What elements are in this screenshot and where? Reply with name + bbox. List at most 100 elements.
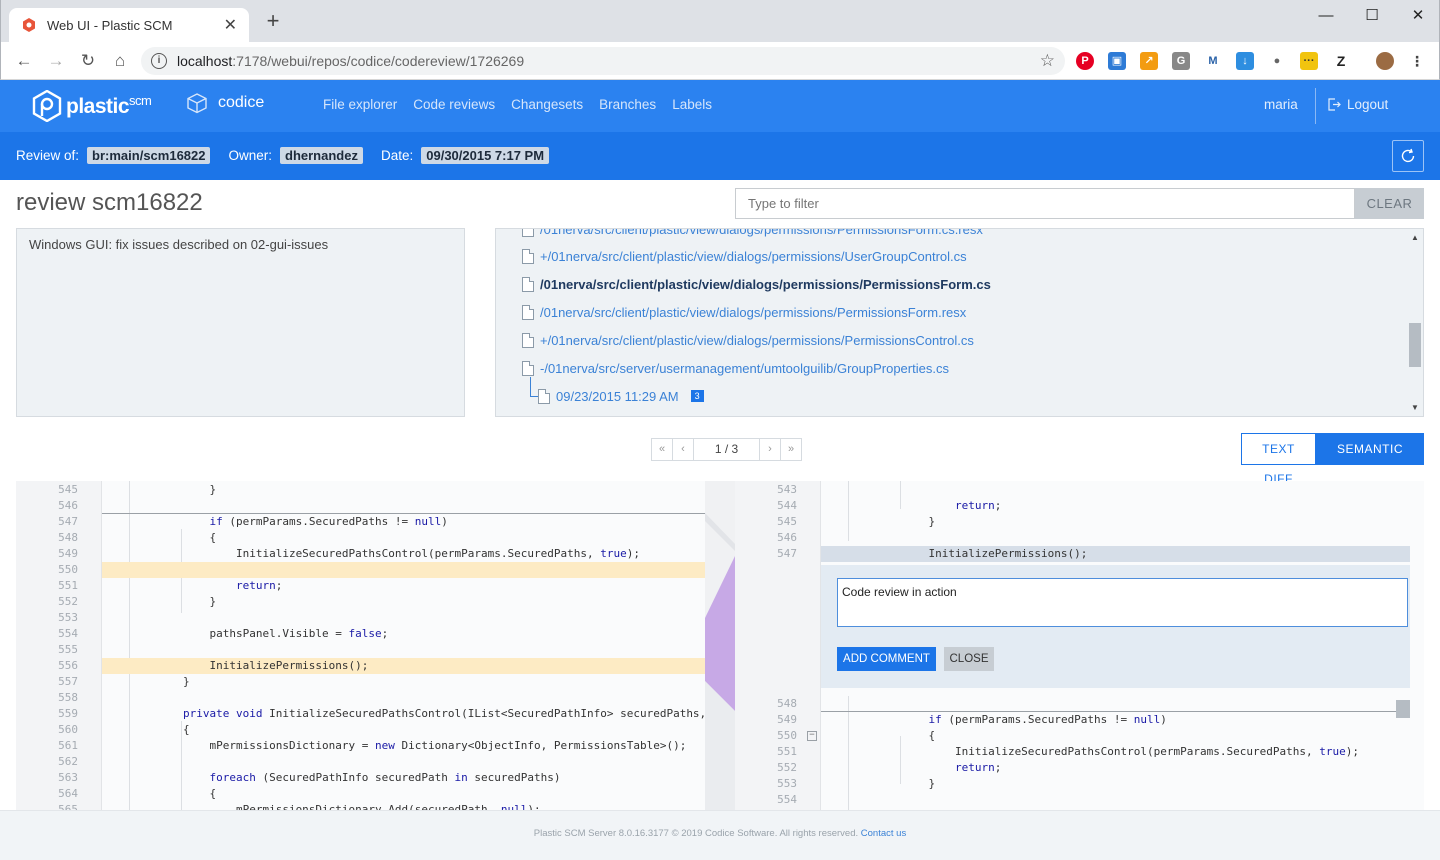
code-line[interactable]: 564 {	[16, 786, 705, 802]
file-row-selected[interactable]: /01nerva/src/client/plastic/view/dialogs…	[522, 274, 991, 294]
nav-file-explorer[interactable]: File explorer	[323, 97, 397, 112]
file-row[interactable]: /01nerva/src/client/plastic/view/dialogs…	[522, 302, 966, 322]
site-info-icon[interactable]: i	[151, 53, 167, 69]
code-line[interactable]: 556 InitializePermissions();	[16, 658, 705, 674]
comment-editor: Code review in action ADD COMMENT CLOSE	[821, 565, 1410, 688]
browser-tab[interactable]: Web UI - Plastic SCM ✕	[9, 8, 249, 42]
code-line[interactable]: 544 return;	[735, 498, 1424, 514]
logout-button[interactable]: Logout	[1328, 97, 1388, 112]
line-number: 548	[58, 531, 78, 544]
code-line[interactable]: 552 }	[16, 594, 705, 610]
first-page-button[interactable]: «	[651, 438, 673, 461]
code-line[interactable]: 545 }	[735, 514, 1424, 530]
m-extension-icon[interactable]: M	[1204, 52, 1222, 70]
scroll-down-icon[interactable]: ▼	[1411, 403, 1419, 412]
last-page-button[interactable]: »	[780, 438, 802, 461]
back-icon[interactable]: ←	[11, 48, 37, 74]
code-line[interactable]: 554 pathsPanel.Visible = false;	[16, 626, 705, 642]
g-extension-icon[interactable]: G	[1172, 52, 1190, 70]
close-window-icon[interactable]: ✕	[1395, 4, 1440, 28]
code-line[interactable]: 552 return;	[735, 760, 1424, 776]
ghost-extension-icon[interactable]: ●	[1268, 52, 1286, 70]
file-row[interactable]: -/01nerva/src/server/usermanagement/umto…	[522, 358, 949, 378]
clear-button[interactable]: CLEAR	[1355, 188, 1424, 219]
prev-page-button[interactable]: ‹	[672, 438, 694, 461]
refresh-button[interactable]	[1392, 140, 1424, 172]
code-line[interactable]: 562	[16, 754, 705, 770]
next-page-button[interactable]: ›	[759, 438, 781, 461]
browser-menu-icon[interactable]: ⋮	[1408, 52, 1426, 70]
reload-icon[interactable]: ↻	[75, 48, 101, 74]
forward-icon[interactable]: →	[43, 48, 69, 74]
code-line[interactable]: 553	[16, 610, 705, 626]
review-branch-chip[interactable]: br:main/scm16822	[87, 147, 211, 164]
file-list-scrollbar[interactable]: ▲ ▼	[1407, 229, 1423, 416]
code-line[interactable]: 563 foreach (SecuredPathInfo securedPath…	[16, 770, 705, 786]
code-line[interactable]: 560 {	[16, 722, 705, 738]
code-text: if (permParams.SecuredPaths != null)	[209, 515, 448, 528]
file-row[interactable]: /01nerva/src/client/plastic/view/dialogs…	[522, 229, 983, 239]
new-tab-icon[interactable]: +	[261, 9, 285, 33]
nav-branches[interactable]: Branches	[599, 97, 656, 112]
z-extension-icon[interactable]: Z	[1332, 52, 1350, 70]
comment-textarea[interactable]: Code review in action	[837, 578, 1408, 627]
semantic-diff-button[interactable]: SEMANTIC DIFF	[1316, 433, 1424, 486]
line-number: 549	[58, 547, 78, 560]
bookmark-star-icon[interactable]: ☆	[1040, 51, 1055, 71]
scroll-thumb[interactable]	[1409, 323, 1421, 367]
nav-code-reviews[interactable]: Code reviews	[413, 97, 495, 112]
minimize-icon[interactable]: —	[1303, 4, 1349, 28]
download-extension-icon[interactable]: ↓	[1236, 52, 1254, 70]
code-line[interactable]: 557 }	[16, 674, 705, 690]
code-line[interactable]: 565 mPermissionsDictionary.Add(securedPa…	[16, 802, 705, 810]
text-diff-button[interactable]: TEXT DIFF	[1241, 433, 1316, 486]
code-line[interactable]: 558	[16, 690, 705, 706]
tab-title: Web UI - Plastic SCM	[47, 17, 173, 33]
nav-changesets[interactable]: Changesets	[511, 97, 583, 112]
left-code-pane[interactable]: 545 } 546 547 if (permParams.SecuredPaths …	[16, 481, 705, 810]
nav-labels[interactable]: Labels	[672, 97, 712, 112]
code-line[interactable]: 553 }	[735, 776, 1424, 792]
file-revision-row[interactable]: 09/23/2015 11:29 AM 3	[538, 386, 704, 406]
code-line[interactable]: 546	[735, 530, 1424, 546]
home-icon[interactable]: ⌂	[107, 48, 133, 74]
code-line[interactable]: 547 InitializePermissions();	[735, 546, 1424, 562]
code-line[interactable]: 548	[735, 696, 1424, 712]
file-row[interactable]: +/01nerva/src/client/plastic/view/dialog…	[522, 246, 967, 266]
close-comment-button[interactable]: CLOSE	[944, 647, 994, 671]
code-line[interactable]: 561 mPermissionsDictionary = new Diction…	[16, 738, 705, 754]
code-line[interactable]: 547 if (permParams.SecuredPaths != null)	[16, 514, 705, 530]
code-line[interactable]: 559 private void InitializeSecuredPathsC…	[16, 706, 705, 722]
code-line[interactable]: 551 InitializeSecuredPathsControl(permPa…	[735, 744, 1424, 760]
code-line[interactable]: 543	[735, 482, 1424, 498]
user-name[interactable]: maria	[1264, 97, 1298, 112]
code-line[interactable]: 551 return;	[16, 578, 705, 594]
file-icon	[522, 360, 534, 376]
profile-avatar[interactable]	[1376, 52, 1394, 70]
filter-input[interactable]	[735, 188, 1355, 219]
contact-us-link[interactable]: Contact us	[861, 828, 906, 839]
repo-selector[interactable]: codice	[186, 92, 264, 114]
code-line[interactable]: 546	[16, 498, 705, 514]
scroll-up-icon[interactable]: ▲	[1411, 233, 1419, 242]
dots-extension-icon[interactable]: ···	[1300, 52, 1318, 70]
code-line[interactable]: 550 {	[735, 728, 1424, 744]
code-line[interactable]: 549 if (permParams.SecuredPaths != null)	[735, 712, 1424, 728]
plastic-logo[interactable]: plasticscm	[32, 90, 152, 122]
plastic-favicon-icon	[21, 17, 37, 33]
code-line[interactable]: 545 }	[16, 482, 705, 498]
maximize-icon[interactable]: ☐	[1349, 4, 1395, 28]
pinterest-extension-icon[interactable]: P	[1076, 52, 1094, 70]
code-line[interactable]: 548 {	[16, 530, 705, 546]
close-tab-icon[interactable]: ✕	[224, 15, 237, 35]
code-line[interactable]: 554	[735, 792, 1424, 808]
code-line[interactable]: 555	[16, 642, 705, 658]
address-bar[interactable]: i localhost:7178/webui/repos/codice/code…	[141, 47, 1065, 75]
code-line[interactable]: 549 InitializeSecuredPathsControl(permPa…	[16, 546, 705, 562]
code-line[interactable]: 550	[16, 562, 705, 578]
chart-extension-icon[interactable]: ↗	[1140, 52, 1158, 70]
extension-icon-2[interactable]: ▣	[1108, 52, 1126, 70]
add-comment-button[interactable]: ADD COMMENT	[837, 647, 936, 671]
url-text[interactable]: localhost:7178/webui/repos/codice/codere…	[177, 53, 1030, 69]
file-row[interactable]: +/01nerva/src/client/plastic/view/dialog…	[522, 330, 974, 350]
